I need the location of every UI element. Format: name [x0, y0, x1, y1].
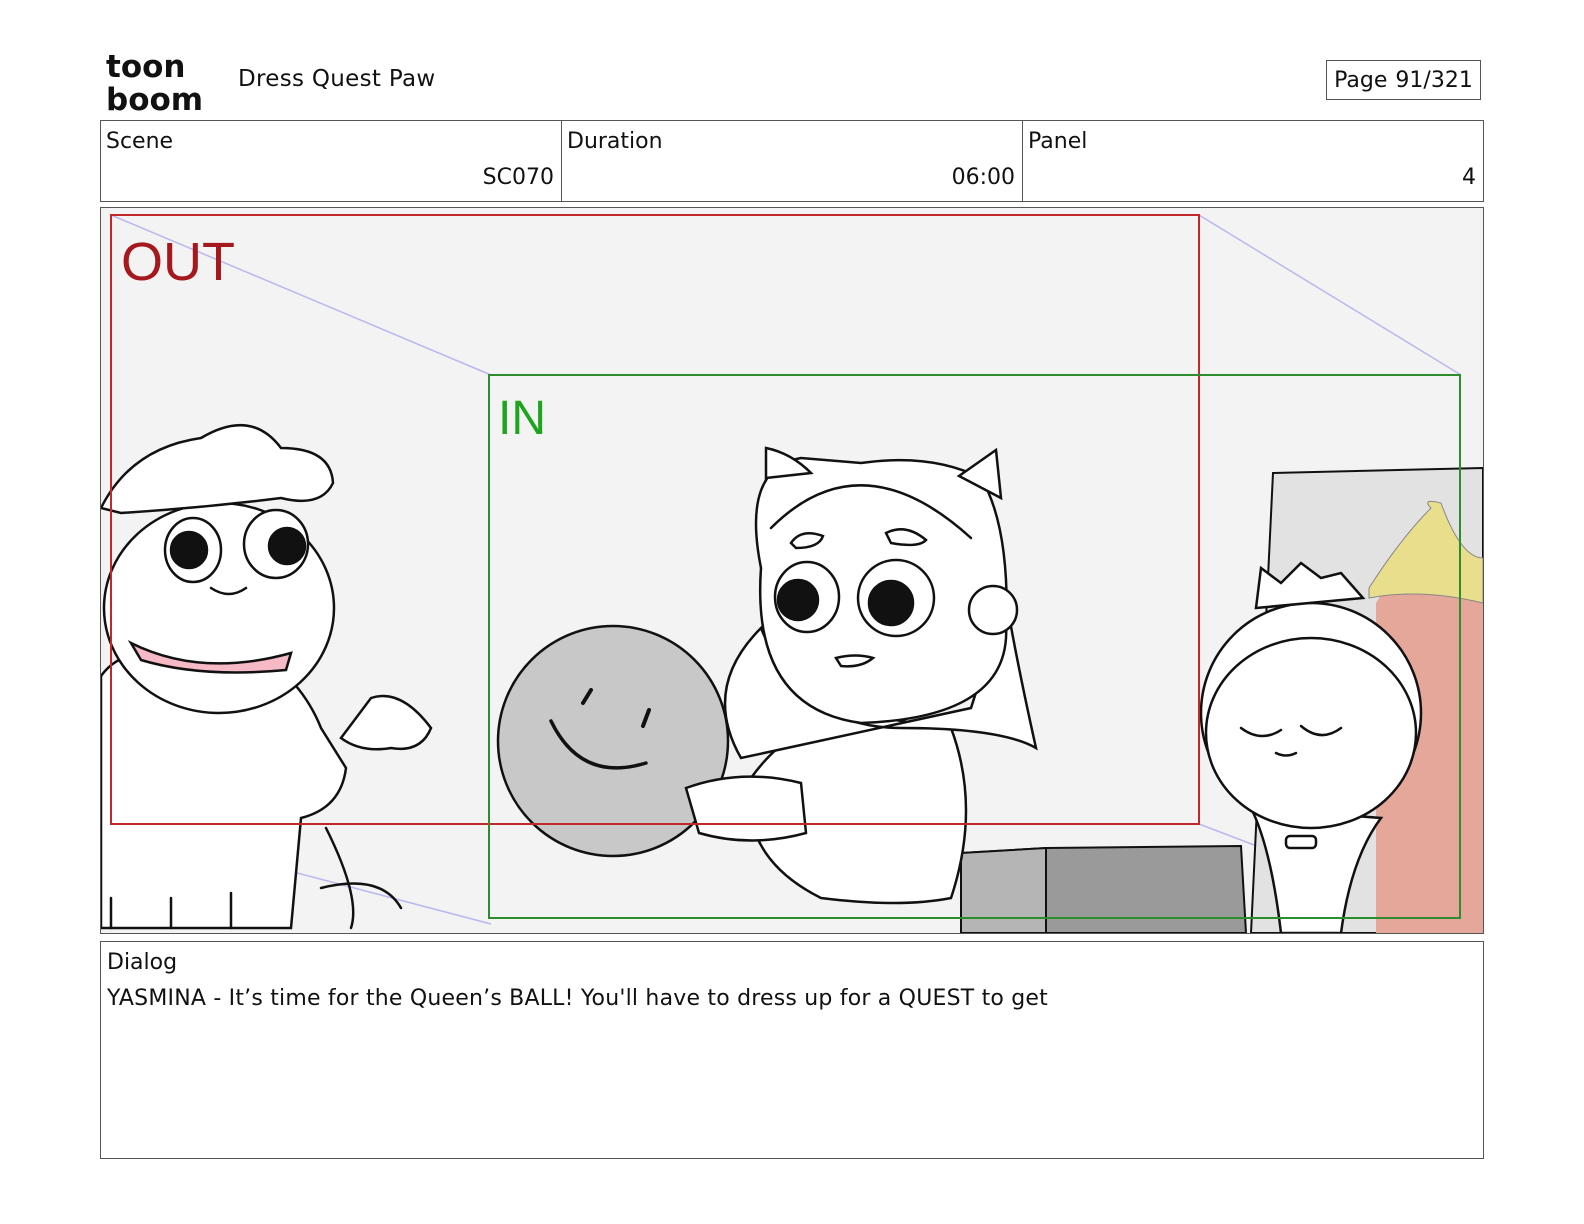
- panel-value: 4: [1462, 165, 1476, 190]
- panel-label: Panel: [1028, 129, 1088, 154]
- dialog-label: Dialog: [107, 950, 178, 975]
- out-label: OUT: [121, 232, 235, 292]
- duration-value: 06:00: [951, 165, 1015, 190]
- page-number: 91/321: [1395, 67, 1473, 93]
- page-label: Page: [1334, 67, 1388, 93]
- cardboard-box: [960, 844, 1248, 933]
- panel-cell: Panel 4: [1023, 121, 1483, 201]
- duration-label: Duration: [567, 129, 663, 154]
- page-indicator: Page 91/321: [1326, 60, 1481, 100]
- dialog-text: YASMINA - It’s time for the Queen’s BALL…: [107, 986, 1048, 1011]
- duration-cell: Duration 06:00: [562, 121, 1023, 201]
- left-character: [101, 423, 433, 930]
- toonboom-logo: toon boom: [106, 50, 203, 112]
- panel-drawing: OUT IN: [101, 214, 1483, 933]
- scene-cell: Scene SC070: [101, 121, 562, 201]
- dialog-box: Dialog YASMINA - It’s time for the Queen…: [100, 941, 1484, 1159]
- scene-value: SC070: [482, 165, 554, 190]
- project-title: Dress Quest Paw: [238, 66, 436, 92]
- center-character: [684, 446, 1038, 905]
- smiley-ball: [496, 624, 730, 858]
- scene-label: Scene: [106, 129, 174, 154]
- logo-text-top: toon: [106, 50, 185, 85]
- in-label: IN: [498, 392, 546, 445]
- scene-info-table: Scene SC070 Duration 06:00 Panel 4: [100, 120, 1484, 202]
- logo-text-bottom: boom: [106, 82, 203, 112]
- storyboard-panel-image: OUT IN: [100, 207, 1484, 934]
